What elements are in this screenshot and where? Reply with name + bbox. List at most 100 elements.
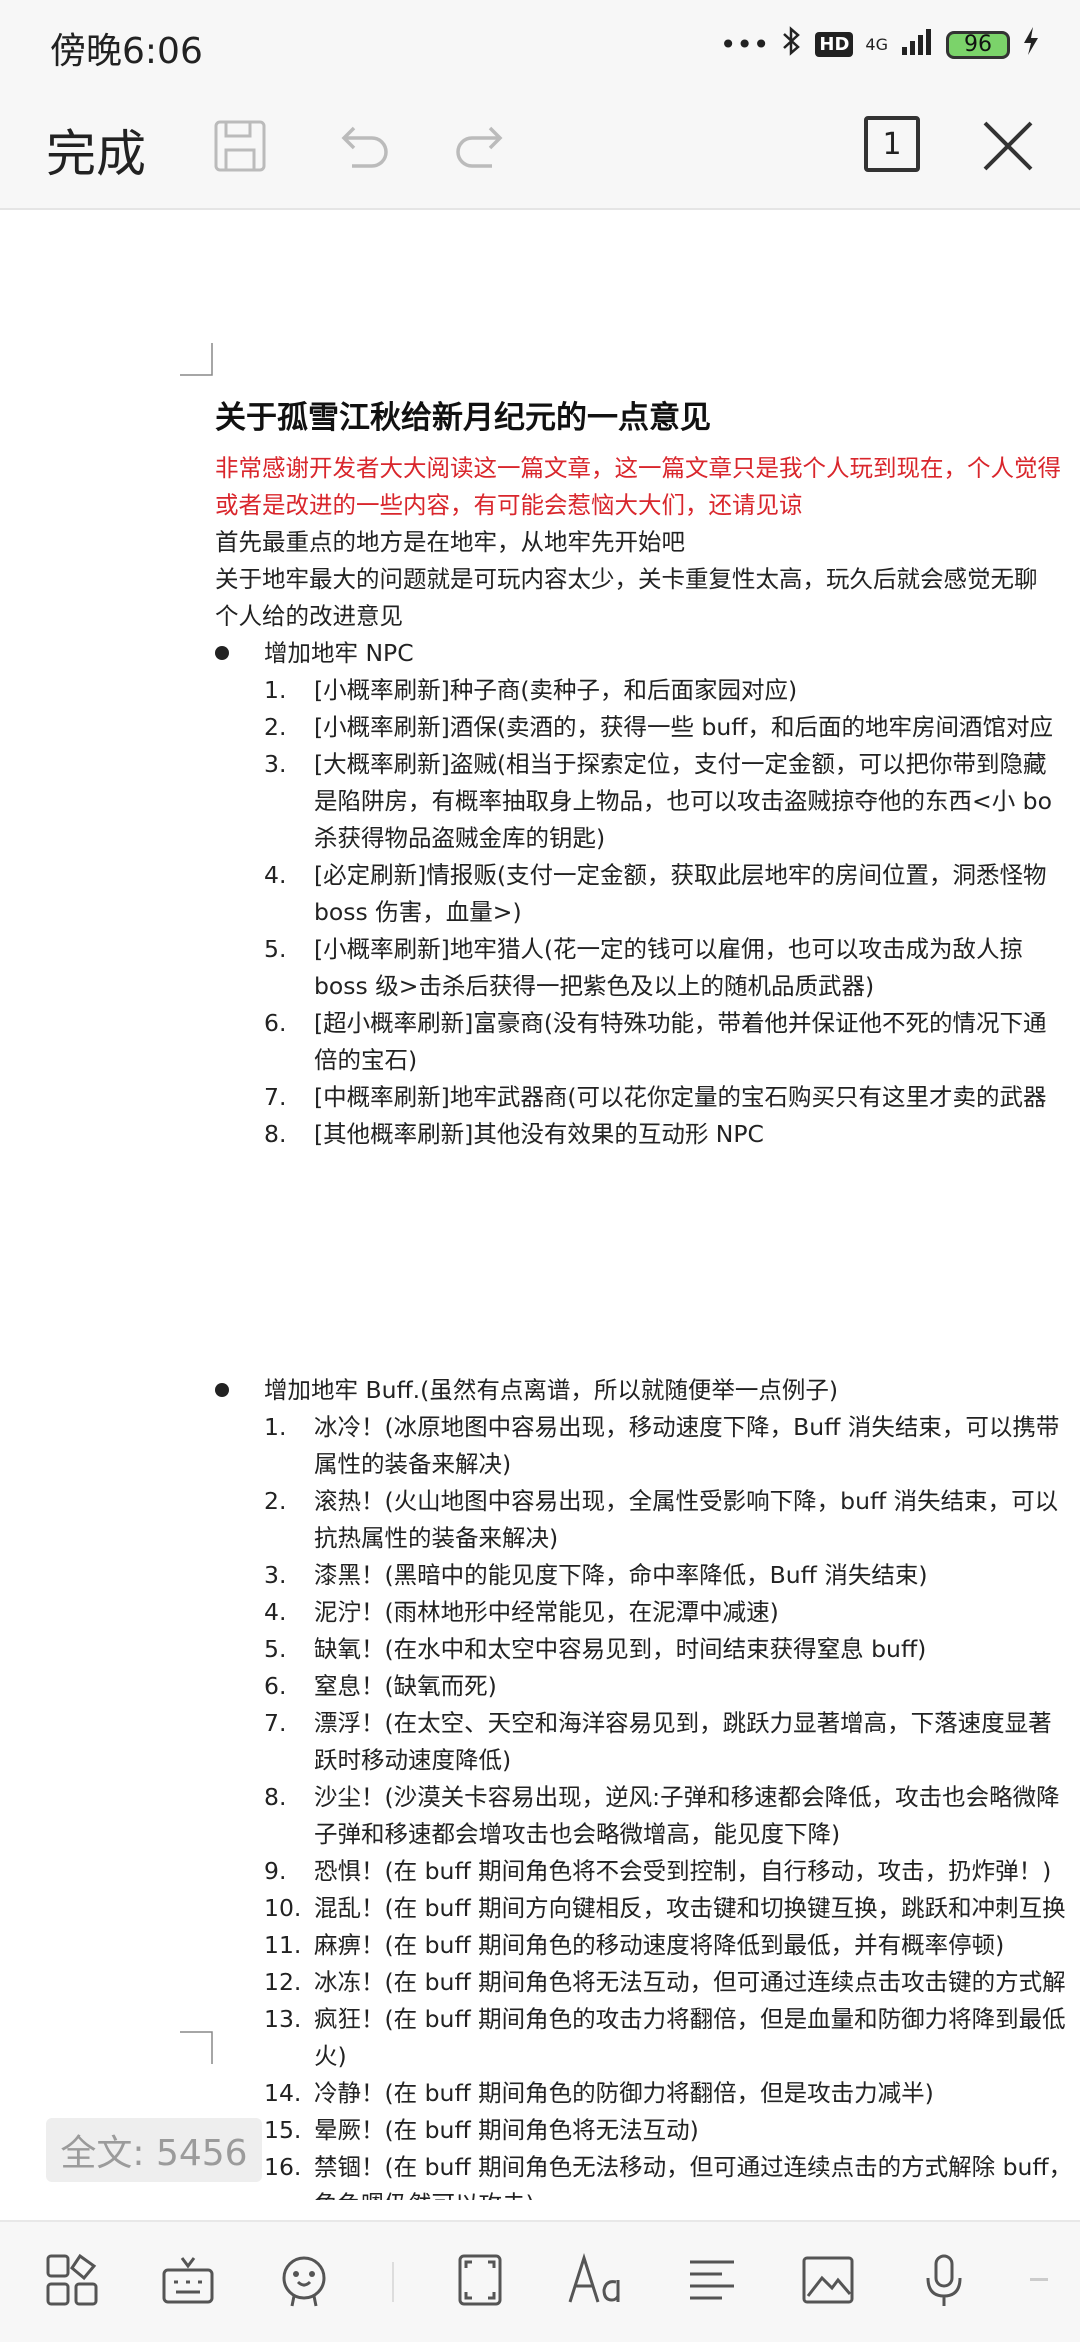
stamp-icon[interactable] — [272, 2248, 336, 2312]
list-item-text: 疯狂！(在 buff 期间角色的攻击力将翻倍，但是血量和防御力将降到最低 — [314, 2005, 1066, 2033]
grid-apps-icon[interactable] — [40, 2248, 104, 2312]
list-item-text: 恐惧！(在 buff 期间角色将不会受到控制，自行移动，攻击，扔炸弹！) — [314, 1857, 1052, 1885]
list-item-number: 2. — [264, 1487, 287, 1515]
crop-mark-top — [180, 343, 213, 376]
intro-red-line: 或者是改进的一些内容，有可能会惹恼大大们，还请见谅 — [215, 491, 803, 519]
list-item-number: 3. — [264, 1561, 287, 1589]
bullet-dot — [215, 1383, 229, 1397]
list-item-text: 冷静！(在 buff 期间角色的防御力将翻倍，但是攻击力减半) — [314, 2079, 934, 2107]
list-item-number: 3. — [264, 750, 287, 778]
redo-icon[interactable] — [446, 110, 518, 182]
bottom-toolbar — [0, 2220, 1080, 2342]
list-item-text: [中概率刷新]地牢武器商(可以花你定量的宝石购买只有这里才卖的武器 — [314, 1083, 1047, 1111]
fullscreen-icon[interactable] — [448, 2248, 512, 2312]
list-item-number: 2. — [264, 713, 287, 741]
editor-toolbar: 完成 1 — [0, 92, 1080, 210]
list-item-text: 是陷阱房，有概率抽取身上物品，也可以攻击盗贼掠夺他的东西<小 bo — [314, 787, 1052, 815]
list-item-number: 1. — [264, 676, 287, 704]
list-item-text: 滚热！(火山地图中容易出现，全属性受影响下降，buff 消失结束，可以 — [314, 1487, 1059, 1515]
list-item-text: 属性的装备来解决) — [314, 1450, 512, 1478]
list-item-number: 14. — [264, 2079, 302, 2107]
list-item-number: 11. — [264, 1931, 302, 1959]
list-item-number: 8. — [264, 1120, 287, 1148]
list-item-text: 冰冷！(冰原地图中容易出现，移动速度下降，Buff 消失结束，可以携带 — [314, 1413, 1060, 1441]
intro-line: 首先最重点的地方是在地牢，从地牢先开始吧 — [215, 528, 685, 556]
align-icon[interactable] — [680, 2248, 744, 2312]
list-item-text: 跃时移动速度降低) — [314, 1746, 512, 1774]
list-item-text: [小概率刷新]种子商(卖种子，和后面家园对应) — [314, 676, 798, 704]
section-heading: 增加地牢 Buff.(虽然有点离谱，所以就随便举一点例子) — [264, 1376, 838, 1404]
save-icon[interactable] — [204, 110, 276, 182]
network-label: 4G — [865, 35, 888, 54]
done-button[interactable]: 完成 — [46, 114, 146, 186]
page-count-button[interactable]: 1 — [864, 116, 920, 172]
divider — [392, 2262, 394, 2302]
list-item-number: 16. — [264, 2153, 302, 2181]
list-item-number: 10. — [264, 1894, 302, 1922]
text-format-icon[interactable] — [564, 2248, 628, 2312]
bluetooth-icon — [781, 26, 803, 63]
document-page[interactable]: 关于孤雪江秋给新月纪元的一点意见 非常感谢开发者大大阅读这一篇文章，这一篇文章只… — [0, 210, 1080, 2200]
list-item-text: [小概率刷新]地牢猎人(花一定的钱可以雇佣，也可以攻击成为敌人掠 — [314, 935, 1024, 963]
image-icon[interactable] — [796, 2248, 860, 2312]
list-item-text: [小概率刷新]酒保(卖酒的，获得一些 buff，和后面的地牢房间酒馆对应 — [314, 713, 1053, 741]
document-title: 关于孤雪江秋给新月纪元的一点意见 — [215, 400, 711, 436]
list-item-number: 6. — [264, 1009, 287, 1037]
list-item-number: 7. — [264, 1709, 287, 1737]
list-item-number: 15. — [264, 2116, 302, 2144]
signal-icon — [900, 27, 934, 62]
list-item-text: 窒息！(缺氧而死) — [314, 1672, 497, 1700]
more-dots-icon: ••• — [719, 28, 770, 61]
list-item-text: boss 级>击杀后获得一把紫色及以上的随机品质武器) — [314, 972, 875, 1000]
list-item-number: 1. — [264, 1413, 287, 1441]
keyboard-icon[interactable] — [156, 2248, 220, 2312]
list-item-number: 5. — [264, 935, 287, 963]
list-item-number: 8. — [264, 1783, 287, 1811]
intro-line: 关于地牢最大的问题就是可玩内容太少，关卡重复性太高，玩久后就会感觉无聊 — [215, 565, 1038, 593]
list-item-text: 抗热属性的装备来解决) — [314, 1524, 559, 1552]
hd-badge: HD — [815, 32, 854, 57]
list-item-text: [必定刷新]情报贩(支付一定金额，获取此层地牢的房间位置，洞悉怪物 — [314, 861, 1047, 889]
list-item-text: 沙尘！(沙漠关卡容易出现，逆风:子弹和移速都会降低，攻击也会略微降 — [314, 1783, 1060, 1811]
list-item-text: 缺氧！(在水中和太空中容易见到，时间结束获得窒息 buff) — [314, 1635, 927, 1663]
intro-red-line: 非常感谢开发者大大阅读这一篇文章，这一篇文章只是我个人玩到现在，个人觉得 — [215, 454, 1061, 482]
list-item-number: 9. — [264, 1857, 287, 1885]
list-item-text: 角色嗯仍然可以攻击) — [314, 2190, 535, 2200]
list-item-text: 禁锢！(在 buff 期间角色无法移动，但可通过连续点击的方式解除 buff， — [314, 2153, 1073, 2181]
undo-icon[interactable] — [326, 110, 398, 182]
scroll-indicator — [1030, 2278, 1048, 2281]
list-item-text: 晕厥！(在 buff 期间角色将无法互动) — [314, 2116, 699, 2144]
list-item-text: 混乱！(在 buff 期间方向键相反，攻击键和切换键互换，跳跃和冲刺互换 — [314, 1894, 1066, 1922]
list-item-text: [其他概率刷新]其他没有效果的互动形 NPC — [314, 1120, 764, 1148]
list-item-text: 漆黑！(黑暗中的能见度下降，命中率降低，Buff 消失结束) — [314, 1561, 928, 1589]
battery-indicator: 96 — [946, 30, 1010, 59]
intro-line: 个人给的改进意见 — [215, 602, 403, 630]
charging-icon — [1022, 26, 1040, 63]
list-item-text: boss 伤害，血量>) — [314, 898, 522, 926]
list-item-number: 5. — [264, 1635, 287, 1663]
status-icons: ••• HD 4G 96 — [720, 26, 1040, 63]
section-heading: 增加地牢 NPC — [264, 639, 414, 667]
list-item-text: [超小概率刷新]富豪商(没有特殊功能，带着他并保证他不死的情况下通 — [314, 1009, 1047, 1037]
crop-mark-bottom — [180, 2031, 213, 2064]
word-count-badge: 全文: 5456 — [46, 2118, 262, 2182]
list-item-text: 泥泞！(雨林地形中经常能见，在泥潭中减速) — [314, 1598, 779, 1626]
list-item-number: 4. — [264, 861, 287, 889]
status-time: 傍晚6:06 — [50, 31, 203, 72]
list-item-number: 13. — [264, 2005, 302, 2033]
list-item-text: 杀获得物品盗贼金库的钥匙) — [314, 824, 606, 852]
list-item-text: 冰冻！(在 buff 期间角色将无法互动，但可通过连续点击攻击键的方式解 — [314, 1968, 1066, 1996]
microphone-icon[interactable] — [912, 2248, 976, 2312]
list-item-number: 4. — [264, 1598, 287, 1626]
list-item-number: 6. — [264, 1672, 287, 1700]
list-item-number: 12. — [264, 1968, 302, 1996]
list-item-text: 漂浮！(在太空、天空和海洋容易见到，跳跃力显著增高，下落速度显著 — [314, 1709, 1052, 1737]
list-item-text: 子弹和移速都会增攻击也会略微增高，能见度下降) — [314, 1820, 841, 1848]
status-bar: 傍晚6:06 ••• HD 4G 96 — [0, 0, 1080, 92]
list-item-text: 麻痹！(在 buff 期间角色的移动速度将降低到最低，并有概率停顿) — [314, 1931, 1005, 1959]
list-item-number: 7. — [264, 1083, 287, 1111]
bullet-dot — [215, 646, 229, 660]
list-item-text: [大概率刷新]盗贼(相当于探索定位，支付一定金额，可以把你带到隐藏 — [314, 750, 1047, 778]
close-icon[interactable] — [972, 110, 1044, 182]
list-item-text: 倍的宝石) — [314, 1046, 418, 1074]
